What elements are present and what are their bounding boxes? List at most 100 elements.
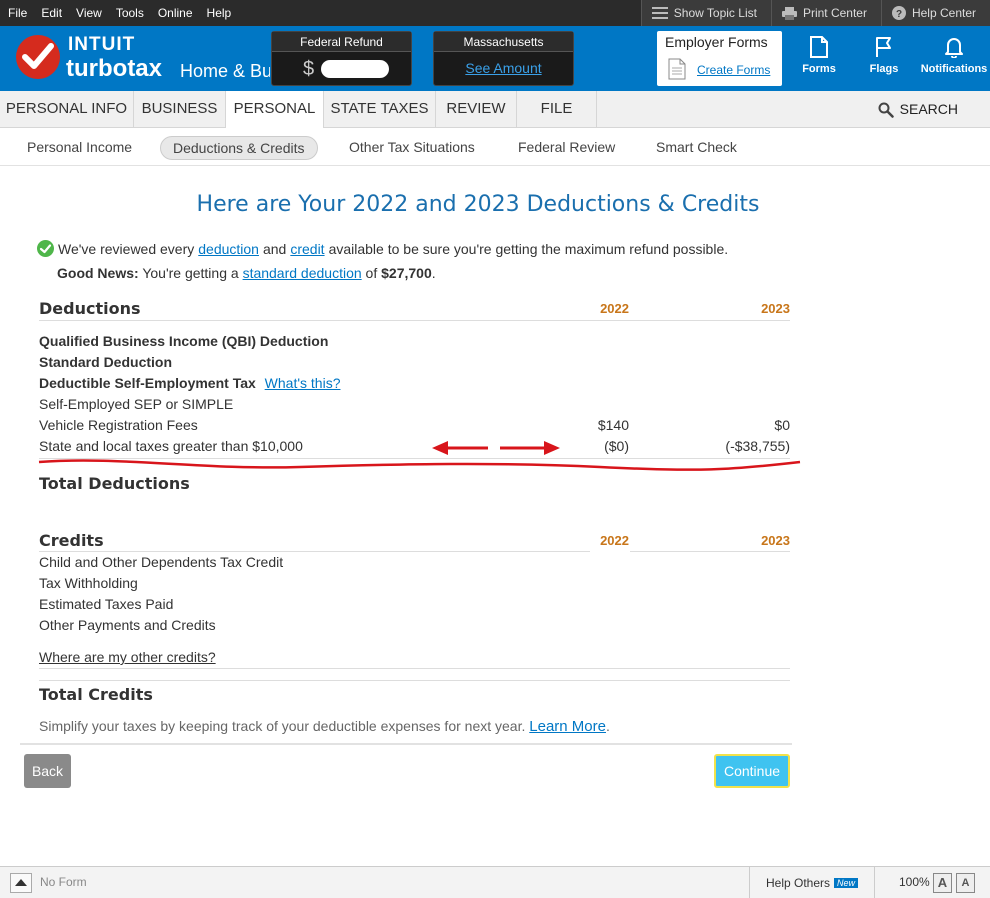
- help-others-button[interactable]: Help Others New: [749, 867, 876, 898]
- search-label: SEARCH: [899, 101, 958, 117]
- total-credits-label: Total Credits: [39, 685, 153, 704]
- credits-divider-2023: [630, 551, 790, 552]
- zoom-level: 100%: [899, 875, 930, 889]
- simplify-message: Simplify your taxes by keeping track of …: [39, 718, 610, 735]
- create-forms-link[interactable]: Create Forms: [697, 63, 770, 77]
- edition-label: Home & Business: [180, 61, 270, 81]
- search-button[interactable]: SEARCH: [878, 91, 958, 128]
- subtab-personal-income[interactable]: Personal Income: [27, 136, 132, 160]
- menu-tools[interactable]: Tools: [109, 6, 151, 20]
- state-refund-title: Massachusetts: [434, 32, 573, 52]
- printer-icon: [781, 6, 797, 20]
- increase-font-button[interactable]: A: [933, 873, 952, 893]
- page-title: Here are Your 2022 and 2023 Deductions &…: [196, 192, 760, 217]
- deductions-total-divider: [39, 458, 790, 459]
- print-center-button[interactable]: Print Center: [770, 0, 881, 26]
- red-underline-annotation: [38, 459, 801, 471]
- flags-label: Flags: [869, 63, 899, 75]
- credits-year-2023: 2023: [761, 533, 790, 548]
- tab-personal-info[interactable]: PERSONAL INFO: [0, 91, 134, 128]
- menubar: File Edit View Tools Online Help Show To…: [0, 0, 990, 26]
- subtab-other-tax-situations[interactable]: Other Tax Situations: [349, 136, 475, 160]
- forms-button[interactable]: Forms: [799, 36, 839, 75]
- turbotax-check-logo: [16, 35, 60, 79]
- flags-button[interactable]: Flags: [866, 36, 902, 75]
- svg-text:?: ?: [896, 9, 902, 20]
- new-badge: New: [834, 877, 859, 888]
- turbotax-wordmark: turbotax: [66, 55, 162, 82]
- deduction-row-label: Vehicle Registration Fees: [39, 417, 198, 433]
- status-bar: No Form Help Others New 100% A A: [0, 866, 990, 898]
- tab-file[interactable]: FILE: [517, 91, 597, 128]
- menu-help[interactable]: Help: [200, 6, 239, 20]
- whats-this-link[interactable]: What's this?: [265, 375, 341, 391]
- deduction-row-label: Standard Deduction: [39, 354, 173, 370]
- forms-panel-toggle-button[interactable]: [10, 873, 32, 893]
- notifications-label: Notifications: [920, 63, 988, 75]
- show-topic-list-label: Show Topic List: [673, 6, 757, 20]
- deduction-value-2023: (-$38,755): [725, 438, 790, 454]
- simplify-period: .: [605, 718, 610, 734]
- credit-row-label: Tax Withholding: [39, 575, 138, 591]
- help-others-label: Help Others: [766, 875, 831, 890]
- menu-edit[interactable]: Edit: [34, 6, 69, 20]
- forms-label: Forms: [802, 63, 836, 75]
- continue-button[interactable]: Continue: [714, 754, 790, 788]
- notifications-button[interactable]: Notifications: [920, 36, 988, 75]
- document-icon: [668, 58, 686, 80]
- flag-icon: [876, 37, 891, 57]
- menu-file[interactable]: File: [0, 6, 34, 20]
- deduction-value-2023: $0: [774, 417, 790, 433]
- federal-refund-dollar: $: [303, 58, 315, 80]
- subtab-smart-check[interactable]: Smart Check: [656, 136, 737, 160]
- credits-divider: [39, 551, 590, 552]
- subtab-federal-review[interactable]: Federal Review: [518, 136, 615, 160]
- other-credits-link[interactable]: Where are my other credits?: [39, 649, 216, 665]
- see-amount-link[interactable]: See Amount: [434, 52, 573, 84]
- menu-view[interactable]: View: [69, 6, 109, 20]
- federal-refund-meter[interactable]: Federal Refund $: [271, 31, 412, 86]
- back-button[interactable]: Back: [24, 754, 71, 788]
- tab-business[interactable]: BUSINESS: [134, 91, 226, 128]
- federal-refund-title: Federal Refund: [272, 32, 411, 52]
- review-prefix: We've reviewed every: [58, 240, 195, 257]
- redacted-amount: [321, 60, 389, 78]
- triangle-up-icon: [15, 879, 27, 886]
- deductions-heading: Deductions: [39, 299, 141, 318]
- credits-total-divider: [39, 680, 790, 681]
- deduction-row-label: Qualified Business Income (QBI) Deductio…: [39, 333, 329, 349]
- credit-link[interactable]: credit: [290, 241, 324, 257]
- sub-nav-tabs: Personal Income Deductions & Credits Oth…: [0, 128, 990, 166]
- no-form-label: No Form: [40, 875, 87, 889]
- deductions-year-2023: 2023: [761, 301, 790, 316]
- good-news-of: of: [365, 265, 378, 281]
- tab-state-taxes[interactable]: STATE TAXES: [324, 91, 436, 128]
- credits-heading: Credits: [39, 531, 104, 550]
- help-center-label: Help Center: [911, 6, 976, 20]
- main-nav-tabs: PERSONAL INFO BUSINESS PERSONAL STATE TA…: [0, 91, 990, 129]
- deduction-link[interactable]: deduction: [198, 241, 259, 257]
- show-topic-list-button[interactable]: Show Topic List: [640, 0, 771, 26]
- deductions-divider: [39, 320, 790, 321]
- learn-more-link[interactable]: Learn More: [529, 718, 606, 735]
- search-icon: [878, 102, 894, 118]
- right-arrow-annotation: [500, 441, 560, 455]
- tab-personal[interactable]: PERSONAL: [226, 91, 324, 129]
- deduction-value-2022: ($0): [604, 438, 629, 454]
- decrease-font-button[interactable]: A: [956, 873, 975, 893]
- intuit-wordmark: INTUIT: [68, 34, 136, 55]
- help-center-button[interactable]: ? Help Center: [880, 0, 990, 26]
- employer-forms-panel: Employer Forms Create Forms: [657, 31, 782, 86]
- credits-year-2022: 2022: [600, 533, 629, 548]
- standard-deduction-link[interactable]: standard deduction: [243, 265, 362, 281]
- subtab-deductions-credits[interactable]: Deductions & Credits: [160, 136, 318, 160]
- deduction-value-2022: $140: [597, 417, 629, 433]
- credit-row-label: Estimated Taxes Paid: [39, 596, 174, 612]
- state-refund-meter: Massachusetts See Amount: [433, 31, 574, 86]
- standard-deduction-amount: $27,700: [381, 265, 432, 281]
- menu-online[interactable]: Online: [151, 6, 200, 20]
- tab-review[interactable]: REVIEW: [436, 91, 517, 128]
- review-mid: and: [262, 240, 287, 257]
- review-suffix: available to be sure you're getting the …: [328, 240, 729, 257]
- good-news-period: .: [431, 265, 436, 281]
